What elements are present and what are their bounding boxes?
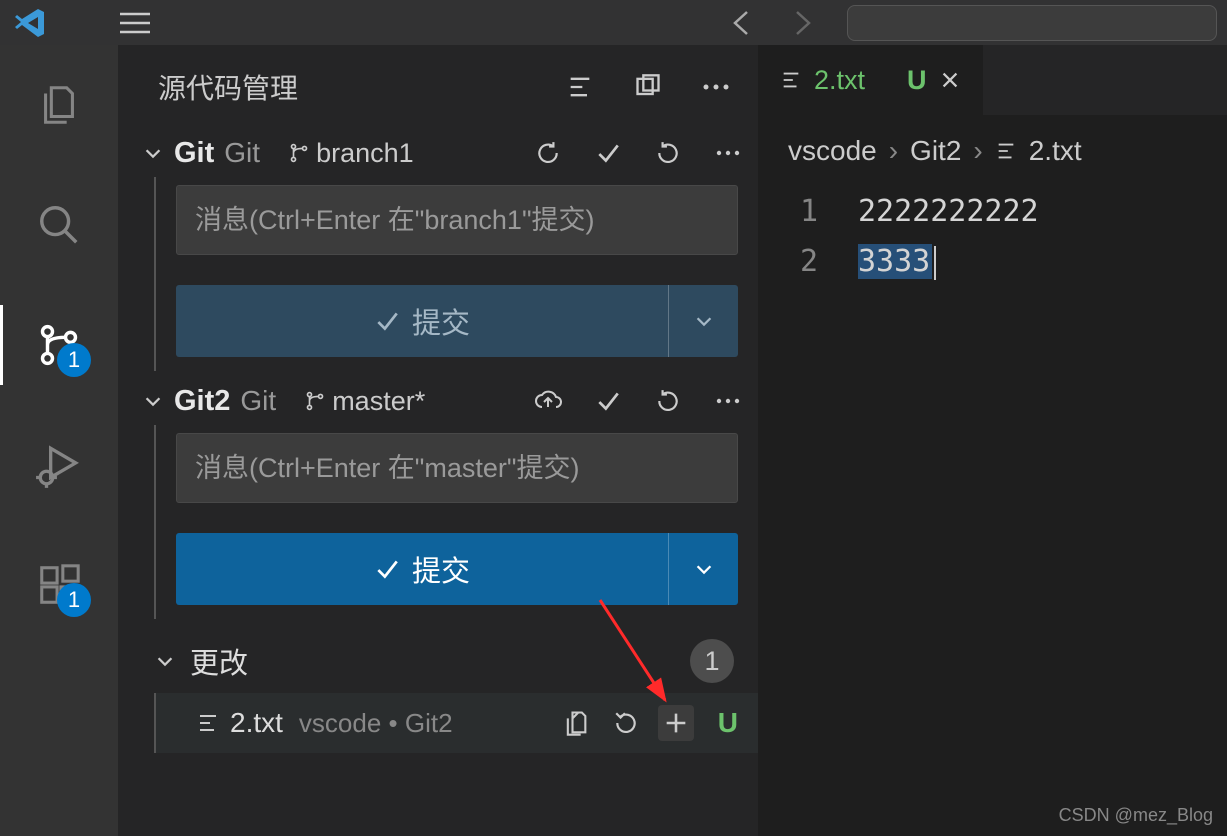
repo-provider: Git: [240, 385, 276, 417]
run-debug-icon[interactable]: [29, 435, 89, 495]
line-number: 2: [768, 237, 858, 287]
changes-count-badge: 1: [690, 639, 734, 683]
check-icon: [374, 556, 400, 582]
repo-name: Git2: [174, 385, 230, 418]
repo-header[interactable]: Git2 Git master*: [118, 377, 758, 425]
changed-file-row[interactable]: 2.txt vscode • Git2 U: [154, 693, 758, 753]
line-number: 1: [768, 187, 858, 237]
breadcrumb[interactable]: vscode › Git2 › 2.txt: [758, 115, 1227, 187]
changes-header[interactable]: 更改 1: [118, 619, 758, 693]
commit-message-input[interactable]: [176, 185, 738, 255]
scm-badge: 1: [57, 343, 91, 377]
view-as-list-icon[interactable]: [562, 69, 598, 105]
extensions-icon[interactable]: 1: [29, 555, 89, 615]
tab-2-txt[interactable]: 2.txt U: [758, 45, 983, 115]
code-line: 1 2222222222: [768, 187, 1227, 237]
code-area[interactable]: 1 2222222222 2 3333: [758, 187, 1227, 287]
commit-message-input[interactable]: [176, 433, 738, 503]
chevron-right-icon: ›: [889, 135, 898, 167]
tab-status: U: [907, 65, 927, 96]
repo-provider: Git: [224, 137, 260, 169]
file-icon: [780, 69, 802, 91]
repo-name: Git: [174, 137, 214, 170]
discard-icon[interactable]: [608, 705, 644, 741]
code-line: 2 3333: [768, 237, 1227, 287]
cursor: [934, 246, 936, 280]
file-icon: [196, 711, 220, 735]
stage-icon[interactable]: [658, 705, 694, 741]
commit-dropdown-icon[interactable]: [668, 285, 738, 357]
search-icon[interactable]: [29, 195, 89, 255]
editor: 2.txt U vscode › Git2 › 2.txt 1 22222222…: [758, 45, 1227, 836]
tabs: 2.txt U: [758, 45, 1227, 115]
menu-icon[interactable]: [120, 12, 150, 34]
breadcrumb-seg[interactable]: Git2: [910, 135, 961, 167]
sync-icon[interactable]: [530, 135, 566, 171]
chevron-down-icon: [142, 142, 164, 164]
branch-button[interactable]: master*: [304, 386, 425, 417]
publish-icon[interactable]: [530, 383, 566, 419]
file-status: U: [718, 707, 738, 739]
commit-label: 提交: [412, 300, 470, 342]
commit-dropdown-icon[interactable]: [668, 533, 738, 605]
code-text: 2222222222: [858, 187, 1039, 237]
chevron-down-icon: [142, 390, 164, 412]
more-icon[interactable]: [698, 69, 734, 105]
panel-title: 源代码管理: [158, 67, 550, 107]
code-text: 3333: [858, 244, 932, 279]
chevron-right-icon: ›: [973, 135, 982, 167]
chevron-down-icon: [154, 650, 176, 672]
repo-git2: Git2 Git master*: [118, 377, 758, 753]
breadcrumb-seg[interactable]: vscode: [788, 135, 877, 167]
changes-label: 更改: [190, 640, 676, 682]
branch-name: branch1: [316, 138, 414, 169]
ext-badge: 1: [57, 583, 91, 617]
explorer-icon[interactable]: [29, 75, 89, 135]
nav-fwd-icon[interactable]: [787, 8, 817, 38]
refresh-icon[interactable]: [650, 135, 686, 171]
scm-panel: 源代码管理 Git Git branch1: [118, 45, 758, 836]
branch-button[interactable]: branch1: [288, 138, 414, 169]
refresh-icon[interactable]: [650, 383, 686, 419]
commit-button[interactable]: 提交: [176, 533, 738, 605]
file-name: 2.txt: [230, 707, 283, 739]
open-file-icon[interactable]: [558, 705, 594, 741]
breadcrumb-seg[interactable]: 2.txt: [1029, 135, 1082, 167]
close-icon[interactable]: [939, 69, 961, 91]
title-bar: [0, 0, 1227, 45]
check-icon: [374, 308, 400, 334]
file-path: vscode • Git2: [299, 708, 453, 739]
repo-view-icon[interactable]: [630, 69, 666, 105]
commit-label: 提交: [412, 548, 470, 590]
activity-bar: 1 1: [0, 45, 118, 836]
watermark: CSDN @mez_Blog: [1059, 805, 1213, 826]
branch-name: master*: [332, 386, 425, 417]
repo-git: Git Git branch1: [118, 129, 758, 371]
nav-back-icon[interactable]: [727, 8, 757, 38]
more-icon[interactable]: [710, 383, 746, 419]
commit-check-icon[interactable]: [590, 383, 626, 419]
file-icon: [995, 140, 1017, 162]
more-icon[interactable]: [710, 135, 746, 171]
commit-button[interactable]: 提交: [176, 285, 738, 357]
command-center[interactable]: [847, 5, 1217, 41]
source-control-icon[interactable]: 1: [29, 315, 89, 375]
repo-header[interactable]: Git Git branch1: [118, 129, 758, 177]
vscode-logo-icon: [14, 7, 46, 39]
commit-check-icon[interactable]: [590, 135, 626, 171]
tab-name: 2.txt: [814, 65, 865, 96]
